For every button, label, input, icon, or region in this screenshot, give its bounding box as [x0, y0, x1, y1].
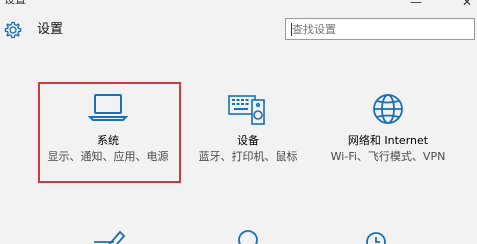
category-label: 设备 — [237, 134, 259, 147]
globe-icon — [318, 89, 458, 129]
close-button[interactable]: ✕ — [462, 0, 472, 8]
pen-icon[interactable] — [88, 226, 128, 244]
page-title: 设置 — [37, 22, 64, 37]
category-label: 网络和 Internet — [347, 134, 429, 147]
minimize-button[interactable]: — — [410, 0, 422, 8]
search-box[interactable] — [285, 18, 475, 40]
keyboard-speaker-icon — [178, 89, 318, 129]
category-description: 蓝牙、打印机、鼠标 — [198, 150, 298, 163]
text-caret — [291, 23, 292, 36]
category-description: Wi-Fi、飞行模式、VPN — [330, 150, 446, 163]
window-title: 设置 — [4, 0, 26, 7]
category-tile-devices[interactable]: 设备 蓝牙、打印机、鼠标 — [178, 84, 318, 184]
category-tile-network[interactable]: 网络和 Internet Wi-Fi、飞行模式、VPN — [318, 84, 458, 184]
person-icon[interactable] — [228, 226, 268, 244]
clock-icon[interactable] — [358, 226, 398, 244]
search-input[interactable] — [286, 19, 474, 39]
gear-icon — [3, 20, 23, 40]
settings-window: 设置 — ✕ 设置 系统 显示、通知、应用、电源 — [0, 0, 477, 244]
selection-highlight-box — [38, 82, 181, 183]
